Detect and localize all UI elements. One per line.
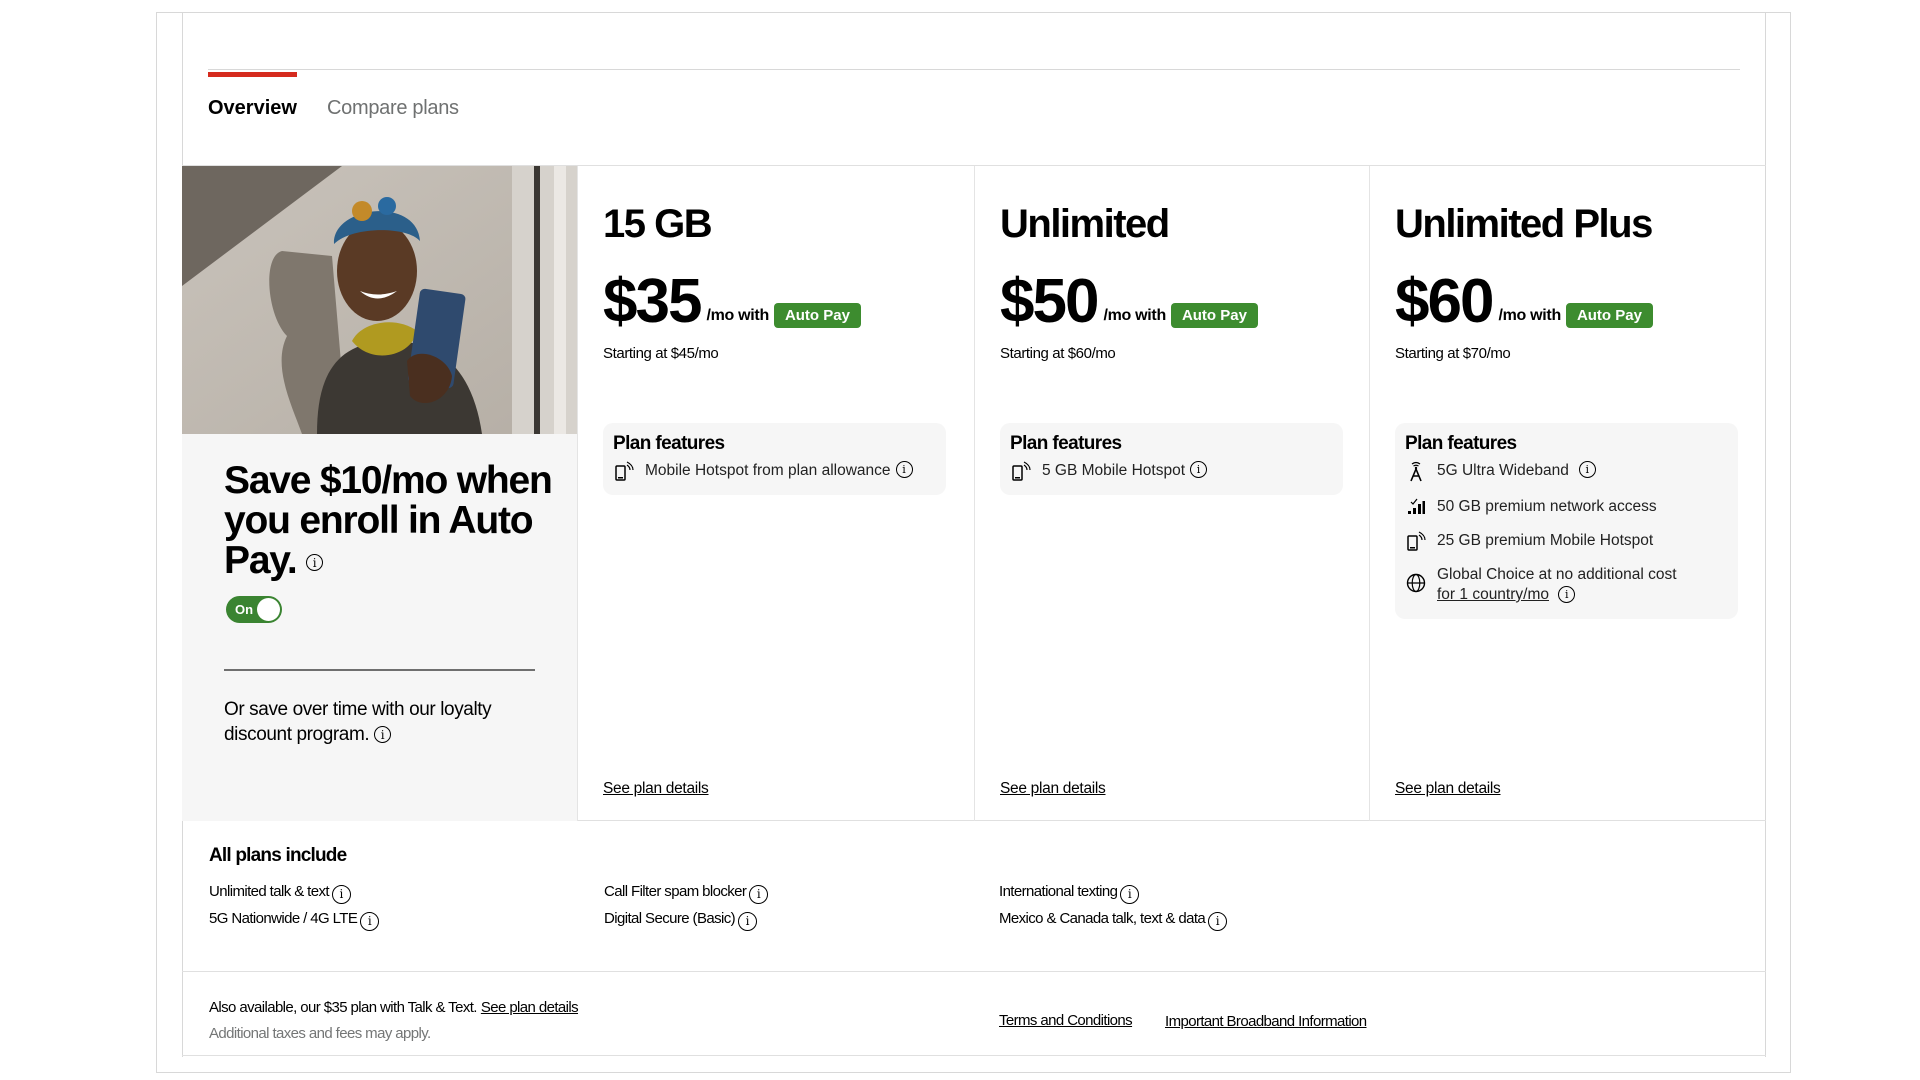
plan-price: $50 [1000, 267, 1099, 336]
price-row: $50 /mo with Auto Pay [1000, 271, 1258, 333]
included-feature: Mexico & Canada talk, text & data i [999, 910, 1228, 931]
plan-card-15gb: 15 GB $35 /mo with Auto Pay Starting at … [577, 166, 974, 821]
feature-item: 50 GB premium network access [1405, 497, 1728, 517]
plan-features: Plan features 5G Ultra Wideband i 50 GB … [1395, 423, 1738, 619]
included-feature: 5G Nationwide / 4G LTE i [209, 910, 380, 931]
plan-features: Plan features 5 GB Mobile Hotspot i [1000, 423, 1343, 495]
info-icon[interactable]: i [306, 554, 324, 572]
included-feature: Unlimited talk & text i [209, 883, 351, 904]
mobile-hotspot-icon [1405, 531, 1427, 551]
plan-name: Unlimited [1000, 202, 1170, 246]
globe-icon [1405, 573, 1427, 593]
plan-name: 15 GB [603, 202, 713, 246]
loyalty-text: Or save over time with our loyalty disco… [224, 699, 492, 745]
footer: Also available, our $35 plan with Talk &… [182, 972, 1766, 1056]
feature-item: Global Choice at no additional cost for … [1405, 565, 1728, 605]
feature-item: 5 GB Mobile Hotspot i [1010, 461, 1333, 481]
plan-price: $35 [603, 267, 702, 336]
info-icon[interactable]: i [374, 726, 392, 744]
info-icon[interactable]: i [360, 911, 380, 931]
info-icon[interactable]: i [1558, 586, 1576, 604]
info-icon[interactable]: i [749, 884, 769, 904]
talk-text-plan-details-link[interactable]: See plan details [481, 999, 579, 1016]
toggle-knob [257, 598, 280, 621]
mobile-hotspot-icon [613, 461, 635, 481]
autopay-badge: Auto Pay [773, 303, 861, 328]
plan-name: Unlimited Plus [1395, 202, 1653, 246]
all-plans-include: All plans include Unlimited talk & text i… [182, 821, 1766, 972]
plan-features: Plan features Mobile Hotspot from plan a… [603, 423, 946, 495]
signal-bars-icon [1405, 497, 1427, 515]
info-icon[interactable]: i [1208, 911, 1228, 931]
toggle-label: On [235, 602, 254, 617]
starting-price: Starting at $60/mo [1000, 345, 1116, 362]
plans-grid: Save $10/mo when you enroll in Auto Pay.… [182, 165, 1766, 821]
features-title: Plan features [613, 433, 725, 454]
plan-price: $60 [1395, 267, 1494, 336]
feature-item: Mobile Hotspot from plan allowance i [613, 461, 936, 481]
included-feature: International texting i [999, 883, 1140, 904]
starting-price: Starting at $70/mo [1395, 345, 1511, 362]
features-title: Plan features [1405, 433, 1517, 454]
see-plan-details-link[interactable]: See plan details [603, 780, 709, 798]
tab-overview[interactable]: Overview [208, 97, 297, 120]
price-row: $35 /mo with Auto Pay [603, 271, 861, 333]
plan-card-unlimited: Unlimited $50 /mo with Auto Pay Starting… [974, 166, 1369, 821]
5g-tower-icon [1405, 461, 1427, 483]
feature-item: 25 GB premium Mobile Hotspot [1405, 531, 1728, 551]
info-icon[interactable]: i [1120, 884, 1140, 904]
autopay-toggle[interactable]: On [226, 596, 282, 623]
terms-link[interactable]: Terms and Conditions [999, 1012, 1133, 1029]
promo-title: Save $10/mo when you enroll in Auto Pay.… [224, 459, 553, 582]
active-tab-indicator [208, 72, 297, 77]
info-icon[interactable]: i [738, 911, 758, 931]
plan-card-unlimited-plus: Unlimited Plus $60 /mo with Auto Pay Sta… [1369, 166, 1765, 821]
taxes-note: Additional taxes and fees may apply. [209, 1025, 431, 1042]
autopay-badge: Auto Pay [1170, 303, 1258, 328]
promo-divider [224, 669, 535, 671]
broadband-info-link[interactable]: Important Broadband Information [1165, 1013, 1367, 1030]
info-icon[interactable]: i [1578, 461, 1596, 478]
info-icon[interactable]: i [895, 461, 913, 478]
starting-price: Starting at $45/mo [603, 345, 719, 362]
info-icon[interactable]: i [1190, 461, 1208, 478]
see-plan-details-link[interactable]: See plan details [1395, 780, 1501, 798]
features-title: Plan features [1010, 433, 1122, 454]
info-icon[interactable]: i [331, 884, 351, 904]
see-plan-details-link[interactable]: See plan details [1000, 780, 1106, 798]
tab-compare-plans[interactable]: Compare plans [327, 97, 459, 120]
included-feature: Call Filter spam blocker i [604, 883, 769, 904]
tabs-divider [208, 69, 1740, 70]
price-period: /mo with [1498, 307, 1561, 324]
autopay-promo: Save $10/mo when you enroll in Auto Pay.… [182, 166, 577, 821]
price-row: $60 /mo with Auto Pay [1395, 271, 1653, 333]
included-feature: Digital Secure (Basic) i [604, 910, 758, 931]
feature-item: 5G Ultra Wideband i [1405, 461, 1728, 483]
promo-photo [182, 166, 577, 434]
price-period: /mo with [706, 307, 769, 324]
autopay-badge: Auto Pay [1565, 303, 1653, 328]
mobile-hotspot-icon [1010, 461, 1032, 481]
also-available-text: Also available, our $35 plan with Talk &… [209, 999, 579, 1016]
global-choice-link[interactable]: for 1 country/mo [1437, 586, 1549, 603]
all-plans-title: All plans include [209, 845, 347, 866]
price-period: /mo with [1103, 307, 1166, 324]
